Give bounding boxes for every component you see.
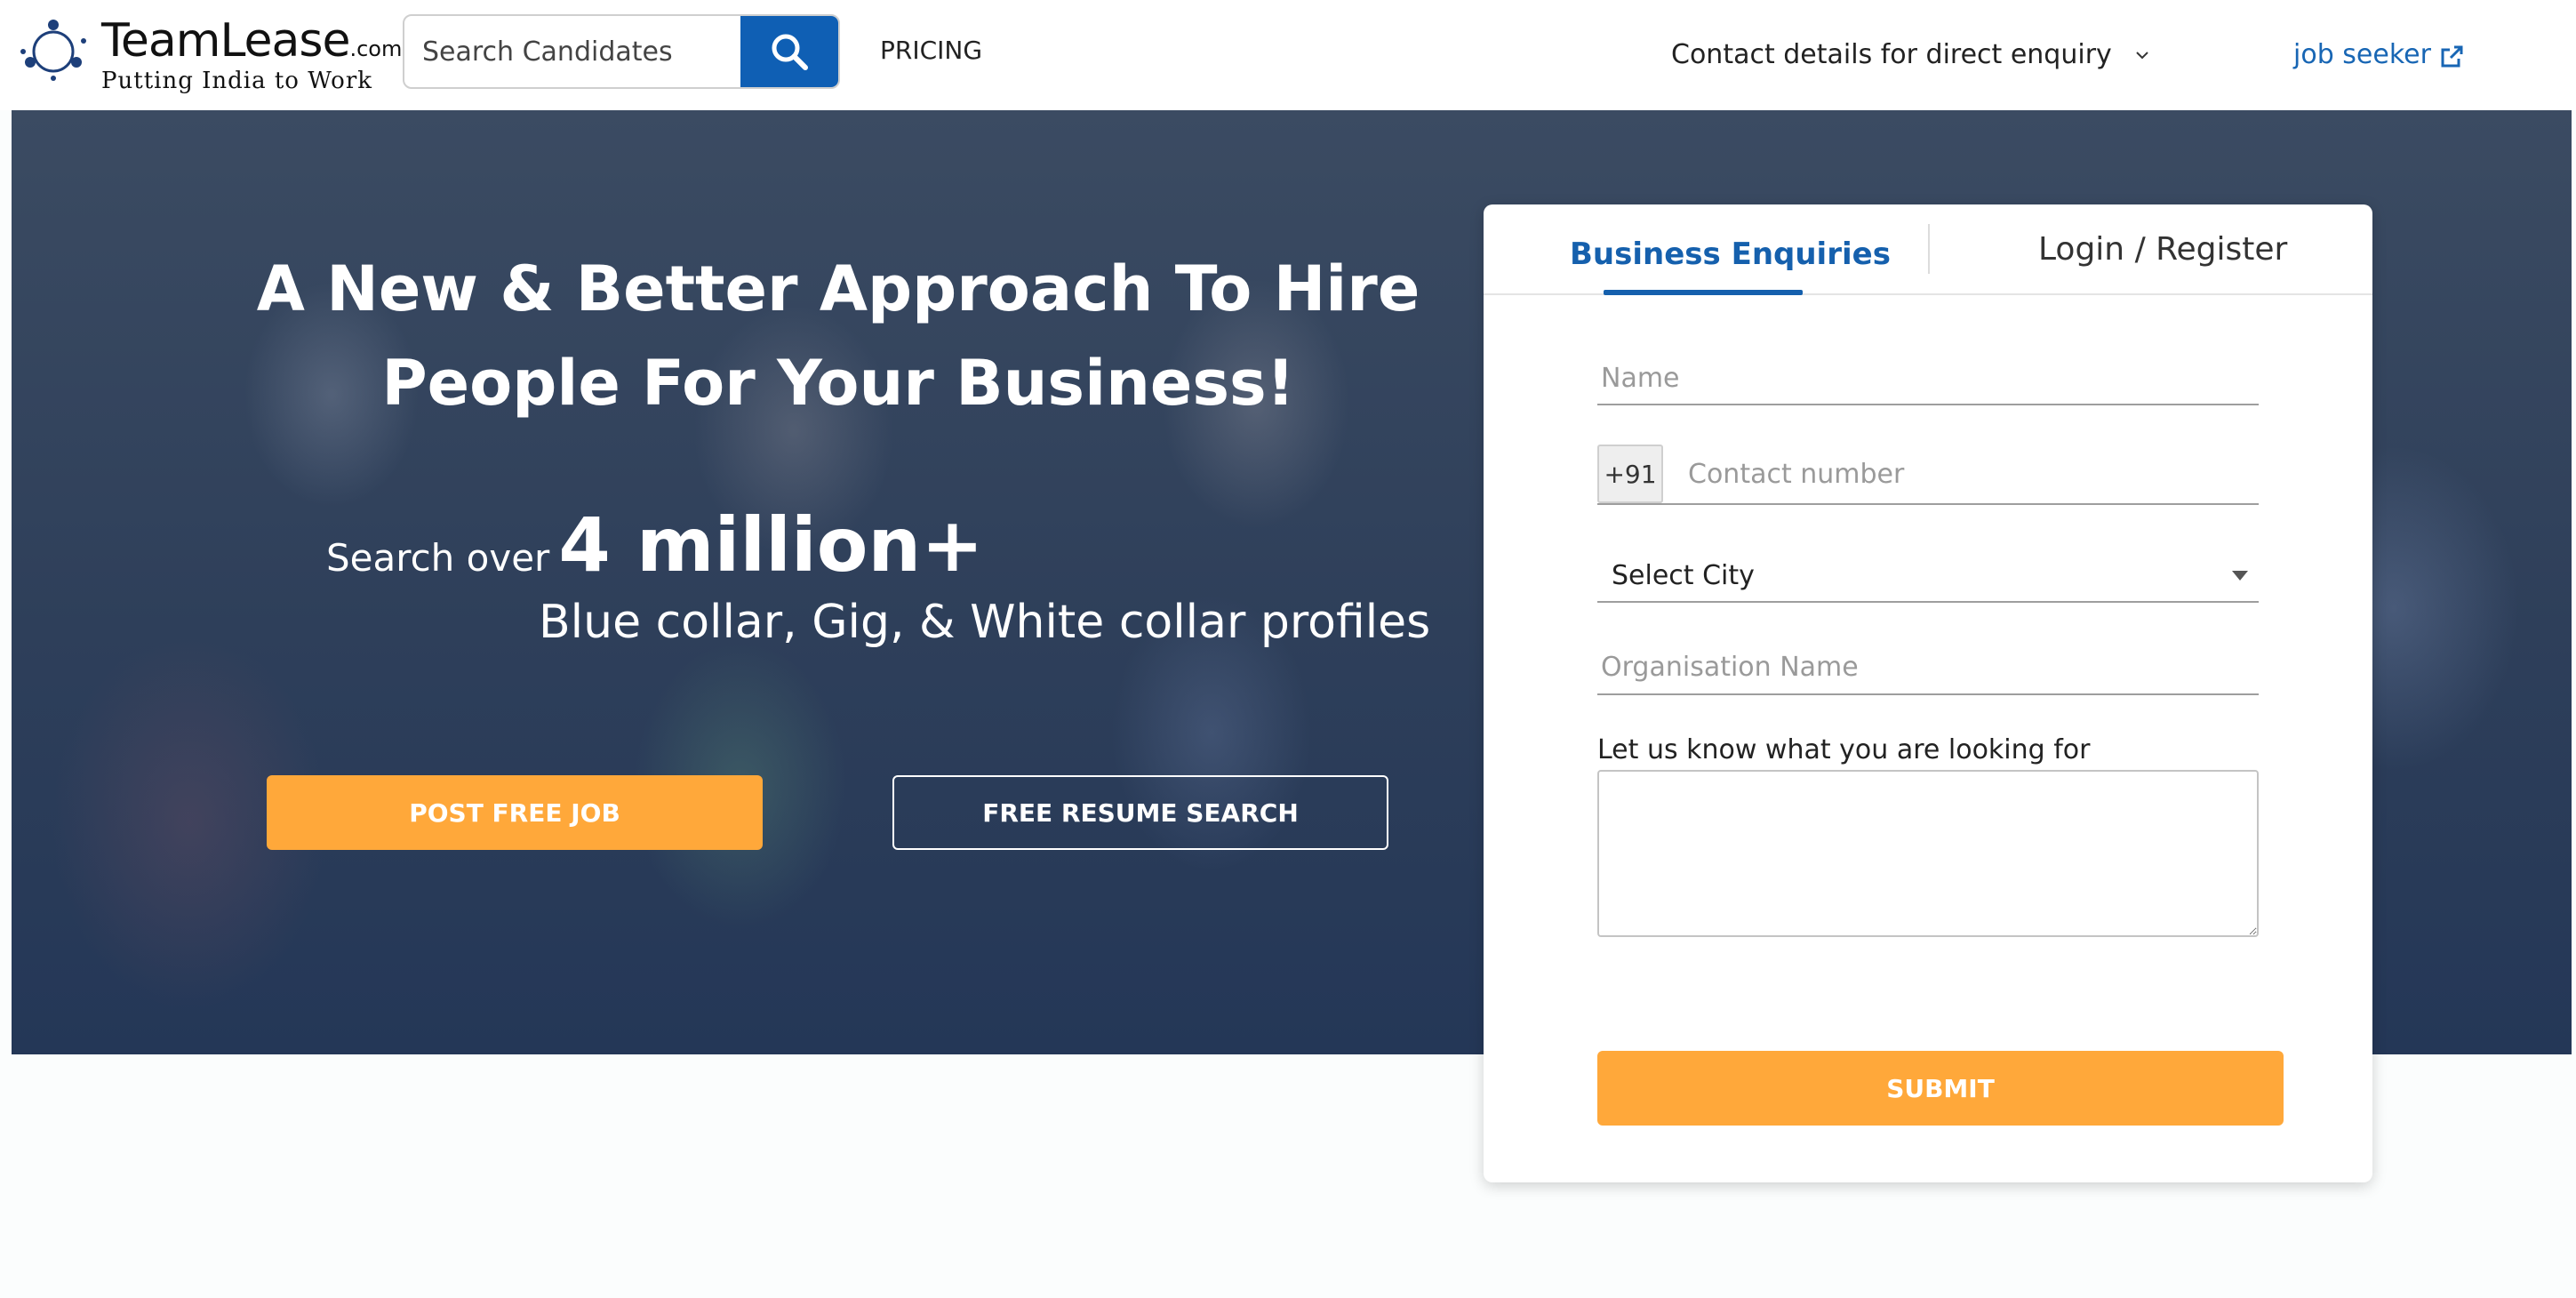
- stat-prefix: Search over: [326, 536, 550, 580]
- business-enquiry-card: Business Enquiries Login / Register +91 …: [1484, 204, 2372, 1182]
- tab-label: Business Enquiries: [1570, 236, 1891, 272]
- looking-for-label: Let us know what you are looking for: [1597, 734, 2091, 765]
- hero-title: A New & Better Approach To Hire People F…: [256, 252, 1420, 420]
- city-select[interactable]: Select City: [1597, 548, 2259, 603]
- job-seeker-link[interactable]: job seeker: [2293, 39, 2431, 70]
- contact-number-field: +91: [1597, 445, 2259, 505]
- teamlease-logo[interactable]: TeamLease.com Putting India to Work: [20, 12, 402, 94]
- search-icon: [772, 34, 808, 70]
- tab-business-enquiries[interactable]: Business Enquiries: [1484, 204, 1928, 295]
- name-field: [1597, 354, 2259, 405]
- search-button[interactable]: [740, 16, 838, 87]
- organisation-input[interactable]: [1597, 642, 2259, 692]
- contact-dropdown[interactable]: Contact details for direct enquiry: [1671, 39, 2112, 70]
- chevron-down-icon[interactable]: [2132, 44, 2153, 66]
- logo-wordmark: TeamLease.com: [101, 14, 403, 68]
- candidate-search: [403, 14, 840, 89]
- top-navbar: TeamLease.com Putting India to Work PRIC…: [0, 0, 2576, 110]
- pricing-link[interactable]: PRICING: [880, 36, 982, 65]
- active-tab-indicator: [1604, 290, 1803, 295]
- name-input[interactable]: [1597, 354, 2259, 402]
- tab-login-register[interactable]: Login / Register: [1930, 204, 2372, 295]
- teamlease-logo-icon: [20, 20, 86, 81]
- logo-tagline: Putting India to Work: [101, 68, 373, 94]
- free-resume-search-button[interactable]: FREE RESUME SEARCH: [892, 775, 1388, 850]
- form-tabs: Business Enquiries Login / Register: [1484, 204, 2372, 295]
- hero-stat: Search over 4 million+: [326, 501, 984, 589]
- city-select-value: Select City: [1612, 560, 1755, 591]
- post-free-job-button[interactable]: POST FREE JOB: [267, 775, 763, 850]
- tab-label: Login / Register: [2038, 231, 2288, 268]
- stat-value: 4 million+: [558, 501, 984, 589]
- contact-number-input[interactable]: [1684, 445, 2253, 503]
- caret-down-icon: [2232, 571, 2248, 581]
- submit-button[interactable]: SUBMIT: [1597, 1051, 2284, 1126]
- hero-subtitle: Blue collar, Gig, & White collar profile…: [539, 596, 1431, 649]
- search-input[interactable]: [404, 16, 740, 87]
- external-link-icon[interactable]: [2437, 43, 2466, 71]
- organisation-field: [1597, 642, 2259, 695]
- looking-for-textarea[interactable]: [1597, 770, 2259, 937]
- country-code: +91: [1597, 445, 1663, 503]
